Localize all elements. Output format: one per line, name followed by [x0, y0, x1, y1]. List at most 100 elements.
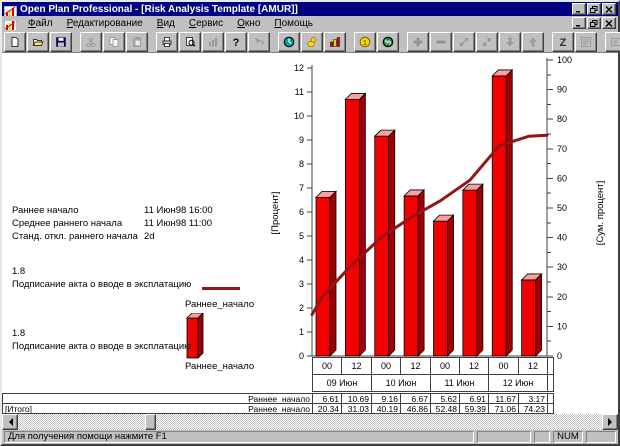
menu-item[interactable]: Вид: [150, 17, 182, 30]
x-axis-time-cell: 00: [312, 357, 342, 375]
svg-text:60: 60: [557, 173, 567, 183]
copy-button[interactable]: [103, 32, 125, 52]
row-series-name: Раннее_начало: [248, 404, 310, 414]
save-icon: [55, 36, 67, 48]
context-help-button[interactable]: ?: [248, 32, 270, 52]
new-button[interactable]: [4, 32, 26, 52]
restore-button[interactable]: [587, 3, 601, 15]
status-bar: Для получения помощи нажмите F1 NUM: [2, 430, 618, 444]
table-value-cell: 46.86: [400, 403, 431, 414]
table-value-cell: 52.48: [430, 403, 460, 414]
step-button[interactable]: [476, 32, 498, 52]
svg-text:20: 20: [557, 292, 567, 302]
x-axis-date-cell: [547, 374, 554, 392]
mdi-restore-button[interactable]: [587, 17, 601, 29]
document-icon: [4, 18, 17, 29]
table-row-label: [Итого]Раннее_начало: [2, 403, 313, 414]
status-pane: [586, 431, 616, 443]
remove-button[interactable]: [430, 32, 452, 52]
open-button[interactable]: [27, 32, 49, 52]
table-value-cell: 59.39: [459, 403, 489, 414]
remove-icon: [435, 36, 447, 48]
menu-item[interactable]: Редактирование: [60, 17, 150, 30]
left-arrow-icon: [5, 418, 13, 426]
menu-item[interactable]: Файл: [21, 17, 60, 30]
svg-text:30: 30: [557, 262, 567, 272]
mdi-minimize-button[interactable]: [572, 17, 586, 29]
svg-text:6: 6: [299, 207, 304, 217]
svg-text:3: 3: [299, 279, 304, 289]
svg-text:%: %: [385, 37, 392, 46]
time-analysis-button[interactable]: [278, 32, 300, 52]
table-value-cell: 31.03: [341, 403, 372, 414]
add-button[interactable]: [407, 32, 429, 52]
table-value-cell: 20.34: [312, 403, 342, 414]
svg-text:?: ?: [233, 37, 240, 48]
print-button[interactable]: [156, 32, 178, 52]
cost-icon: 1: [359, 36, 371, 48]
svg-text:12: 12: [294, 63, 304, 73]
menu-bar: ФайлРедактированиеВидСервисОкноПомощь: [2, 16, 618, 30]
resource-button[interactable]: [301, 32, 323, 52]
svg-text:90: 90: [557, 85, 567, 95]
x-axis-date-cell: 12 Июн: [488, 374, 548, 392]
menu-item[interactable]: Помощь: [267, 17, 320, 30]
cut-button[interactable]: [80, 32, 102, 52]
save-button[interactable]: [50, 32, 72, 52]
x-axis-time-cell: [547, 357, 554, 375]
table-value-cell: 40.19: [371, 403, 401, 414]
copy-icon: [108, 36, 120, 48]
open-icon: [32, 36, 44, 48]
print-preview-button[interactable]: [179, 32, 201, 52]
scrollbar-thumb[interactable]: [145, 414, 156, 430]
split-button[interactable]: [605, 32, 620, 52]
horizontal-scrollbar[interactable]: [2, 414, 618, 430]
minimize-button[interactable]: [572, 3, 586, 15]
link-button[interactable]: [453, 32, 475, 52]
status-pane: [477, 431, 531, 443]
export-chart-button[interactable]: [202, 32, 224, 52]
menu-items: ФайлРедактированиеВидСервисОкноПомощь: [21, 17, 571, 30]
move-down-icon: [504, 36, 516, 48]
svg-text:80: 80: [557, 114, 567, 124]
svg-text:11: 11: [295, 87, 304, 97]
link-icon: [458, 36, 470, 48]
app-window: Open Plan Professional - [Risk Analysis …: [0, 0, 620, 446]
help-button[interactable]: ?: [225, 32, 247, 52]
paste-button[interactable]: [126, 32, 148, 52]
split-icon: [610, 36, 620, 48]
menu-item[interactable]: Окно: [230, 17, 267, 30]
menu-item[interactable]: Сервис: [182, 17, 230, 30]
move-up-button[interactable]: [522, 32, 544, 52]
cost-button[interactable]: 1: [354, 32, 376, 52]
export-chart-icon: [207, 36, 219, 48]
move-down-button[interactable]: [499, 32, 521, 52]
x-axis-time-cell: 00: [488, 357, 519, 375]
app-icon: [4, 4, 17, 15]
print-icon: [161, 36, 173, 48]
time-analysis-icon: [283, 36, 295, 48]
x-axis-time-cell: 00: [371, 357, 401, 375]
new-icon: [9, 36, 21, 48]
svg-text:7: 7: [299, 183, 304, 193]
table-value-cell: [547, 403, 554, 414]
mdi-close-button[interactable]: [602, 17, 616, 29]
zoom-icon: Z: [557, 36, 569, 48]
percent-icon: %: [382, 36, 394, 48]
status-pane: [534, 431, 550, 443]
title-bar: Open Plan Professional - [Risk Analysis …: [2, 2, 618, 16]
outline-button[interactable]: [575, 32, 597, 52]
zoom-button[interactable]: Z: [552, 32, 574, 52]
svg-text:0: 0: [299, 351, 304, 361]
risk-histogram-icon: [329, 36, 341, 48]
scroll-right-button[interactable]: [602, 414, 618, 430]
window-title: Open Plan Professional - [Risk Analysis …: [20, 4, 571, 15]
scroll-left-button[interactable]: [2, 414, 18, 430]
risk-histogram-button[interactable]: [324, 32, 346, 52]
context-help-icon: ?: [253, 36, 265, 48]
percent-button[interactable]: %: [377, 32, 399, 52]
move-up-icon: [527, 36, 539, 48]
close-button[interactable]: [602, 3, 616, 15]
step-icon: [481, 36, 493, 48]
x-axis-time-cell: 12: [341, 357, 372, 375]
